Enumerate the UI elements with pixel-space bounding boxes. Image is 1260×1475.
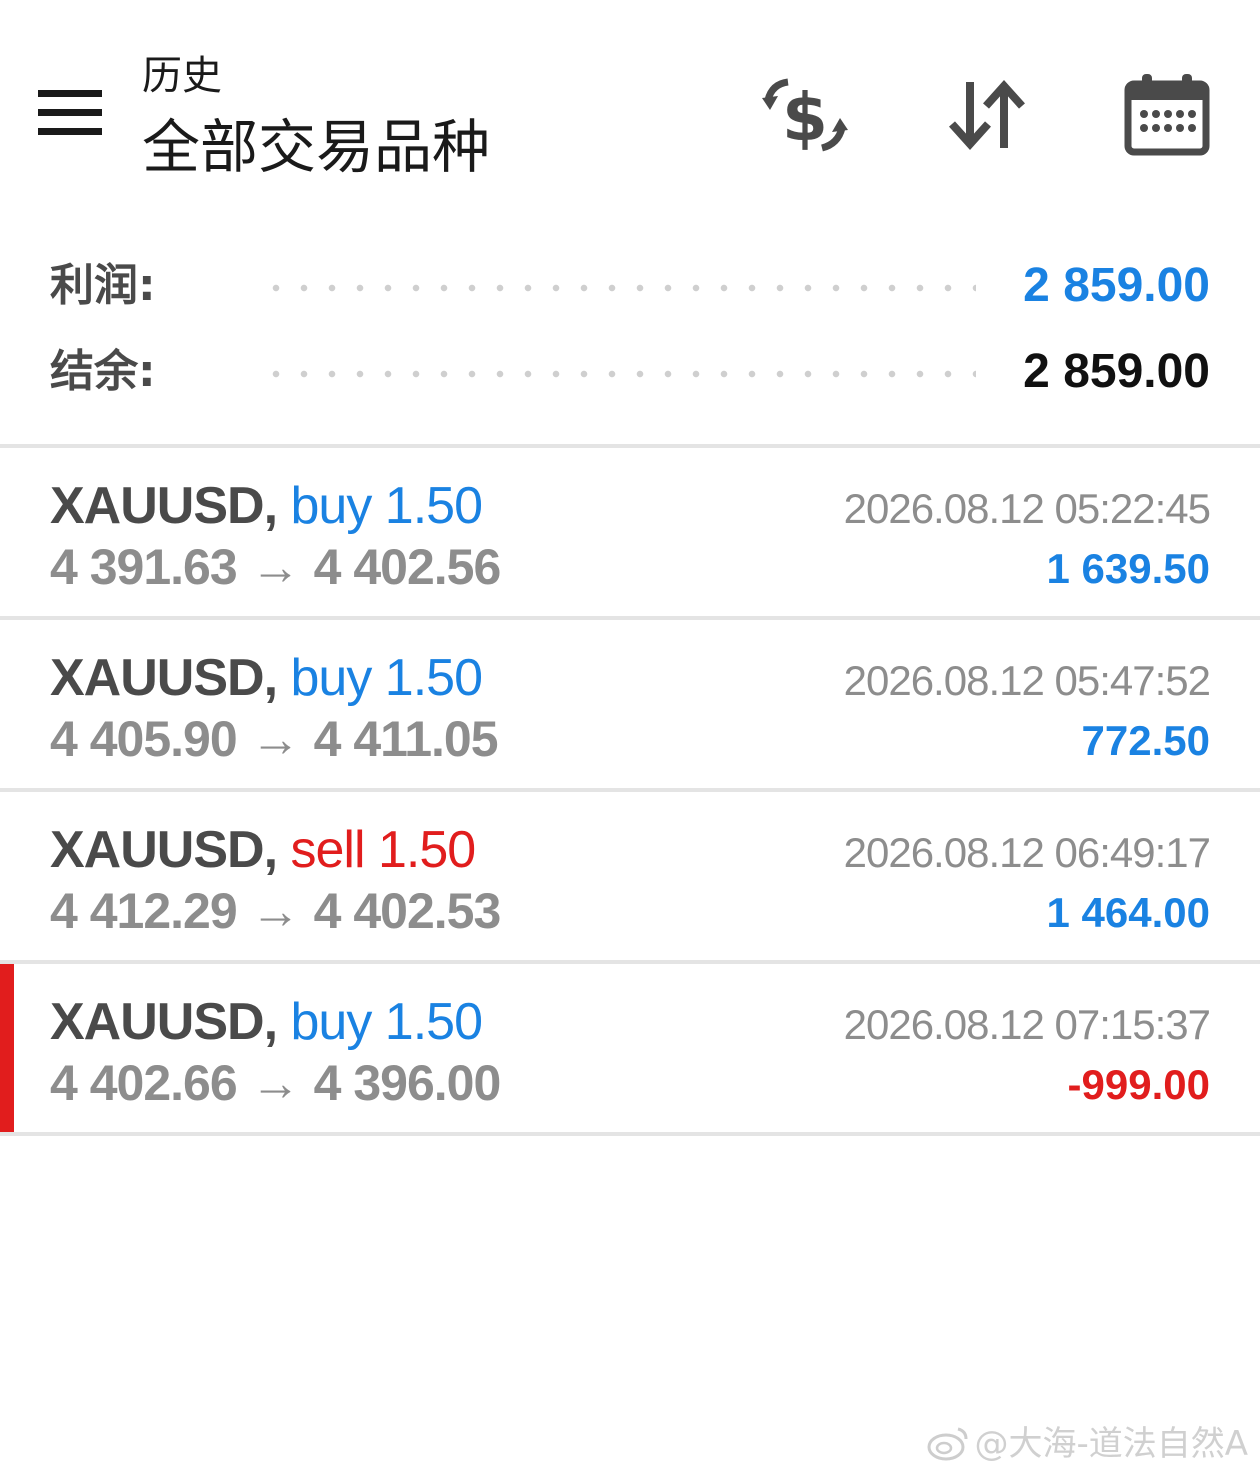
trade-row[interactable]: XAUUSD, buy 1.50 4 405.90 → 4 411.05 2026.… bbox=[0, 620, 1260, 792]
trade-open-price: 4 402.66 bbox=[50, 1055, 238, 1111]
sort-icon[interactable] bbox=[942, 70, 1032, 160]
trade-open-price: 4 391.63 bbox=[50, 539, 238, 595]
page-title[interactable]: 全部交易品种 bbox=[142, 112, 490, 182]
trade-close-price: 4 402.56 bbox=[313, 539, 502, 595]
trade-time: 2026.08.12 05:22:45 bbox=[843, 485, 1211, 532]
trade-row[interactable]: XAUUSD, buy 1.50 4 391.63 → 4 402.56 2026.… bbox=[0, 448, 1260, 620]
trade-symbol: XAUUSD, bbox=[50, 649, 278, 707]
weibo-icon bbox=[927, 1427, 968, 1461]
trade-volume: 1.50 bbox=[384, 993, 483, 1051]
profit-value: 2 859.00 bbox=[1023, 259, 1210, 312]
trade-close-price: 4 396.00 bbox=[313, 1055, 502, 1111]
trade-direction: buy bbox=[290, 649, 372, 707]
trade-symbol: XAUUSD, bbox=[50, 821, 278, 879]
trade-time: 2026.08.12 05:47:52 bbox=[843, 657, 1211, 704]
currency-exchange-icon[interactable]: $ bbox=[760, 70, 850, 160]
trade-volume: 1.50 bbox=[384, 477, 483, 535]
arrow-right-icon: → bbox=[250, 1055, 301, 1111]
trade-direction: buy bbox=[290, 993, 372, 1051]
calendar-icon[interactable] bbox=[1122, 70, 1212, 160]
profit-dot-leader bbox=[262, 282, 976, 294]
profit-label: 利润: bbox=[50, 260, 156, 311]
balance-summary-row: 结余: 2 859.00 bbox=[0, 338, 1260, 408]
trade-symbol: XAUUSD, bbox=[50, 477, 278, 535]
trade-close-price: 4 411.05 bbox=[313, 711, 499, 767]
svg-text:$: $ bbox=[782, 79, 828, 156]
arrow-right-icon: → bbox=[250, 883, 301, 939]
trade-open-price: 4 412.29 bbox=[50, 883, 238, 939]
arrow-right-icon: → bbox=[250, 711, 301, 767]
watermark: @大海-道法自然A bbox=[926, 1422, 1248, 1466]
balance-dot-leader bbox=[262, 368, 976, 380]
trade-volume: 1.50 bbox=[384, 649, 483, 707]
trade-direction: buy bbox=[290, 477, 372, 535]
balance-value: 2 859.00 bbox=[1023, 345, 1210, 398]
trade-volume: 1.50 bbox=[377, 821, 476, 879]
trade-profit: -999.00 bbox=[1067, 1061, 1210, 1108]
watermark-text: @大海-道法自然A bbox=[974, 1424, 1248, 1464]
balance-label: 结余: bbox=[50, 346, 156, 397]
trade-row[interactable]: XAUUSD, sell 1.50 4 412.29 → 4 402.53 2026… bbox=[0, 792, 1260, 964]
arrow-right-icon: → bbox=[250, 539, 301, 595]
profit-summary-row: 利润: 2 859.00 bbox=[0, 252, 1260, 322]
trade-row-selected[interactable]: XAUUSD, buy 1.50 4 402.66 → 4 396.00 2026.… bbox=[0, 964, 1260, 1136]
trade-profit: 1 639.50 bbox=[1046, 545, 1211, 592]
trade-profit: 1 464.00 bbox=[1046, 889, 1211, 936]
page-subtitle: 历史 bbox=[142, 53, 222, 99]
trade-history-list: XAUUSD, buy 1.50 4 391.63 → 4 402.56 2026.… bbox=[0, 448, 1260, 1136]
menu-icon[interactable] bbox=[38, 90, 102, 136]
trade-profit: 772.50 bbox=[1081, 717, 1210, 764]
trade-close-price: 4 402.53 bbox=[313, 883, 502, 939]
trade-time: 2026.08.12 07:15:37 bbox=[843, 1001, 1211, 1048]
trade-symbol: XAUUSD, bbox=[50, 993, 278, 1051]
trade-open-price: 4 405.90 bbox=[50, 711, 238, 767]
app-header: 历史 全部交易品种 $ bbox=[0, 0, 1260, 210]
trade-direction: sell bbox=[290, 821, 365, 879]
trade-time: 2026.08.12 06:49:17 bbox=[843, 829, 1211, 876]
